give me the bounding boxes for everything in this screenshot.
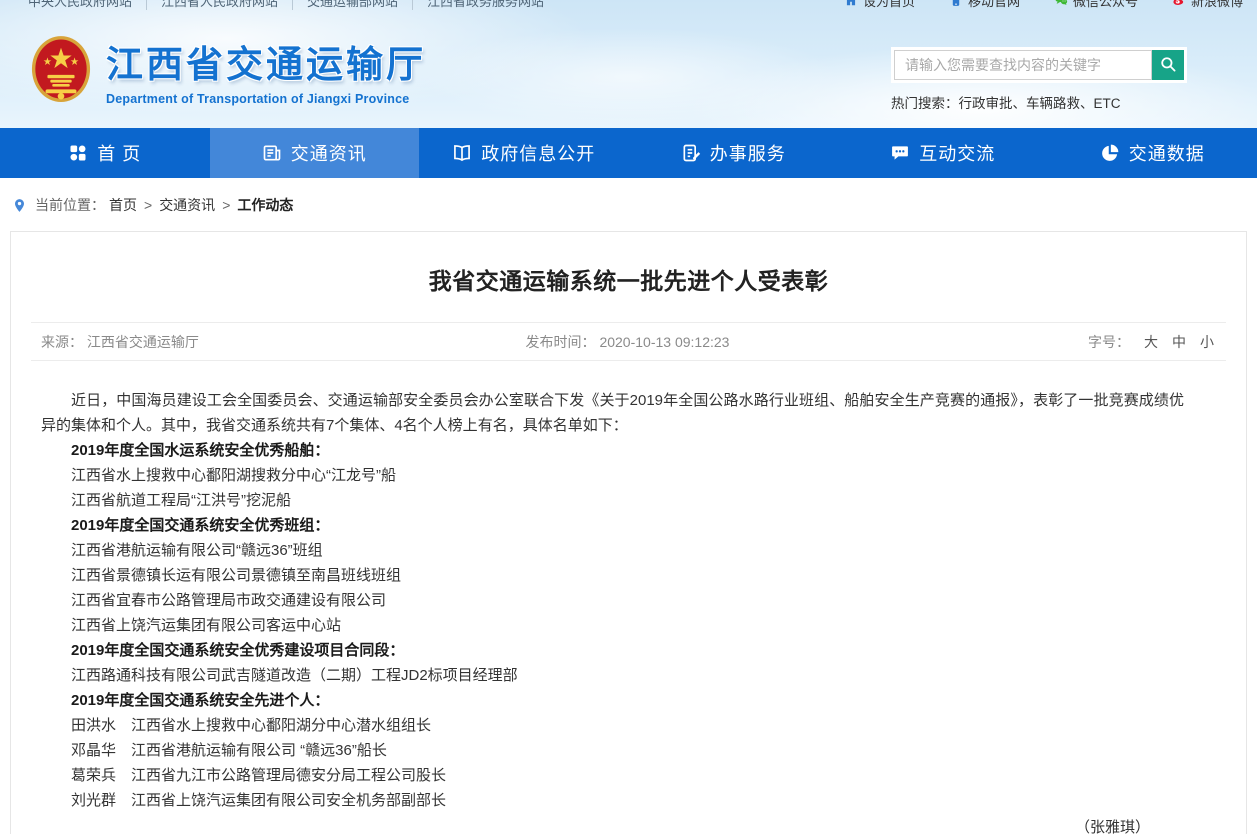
publish-time-label: 发布时间： (526, 334, 596, 350)
quick-link-label: 新浪微博 (1191, 0, 1243, 10)
fontsize-options: 大中小 (1144, 332, 1214, 352)
gov-site-link[interactable]: 交通运输部网站 (292, 0, 412, 10)
breadcrumb-item[interactable]: 工作动态 (215, 195, 293, 215)
article-paragraph: 田洪水 江西省水上搜救中心鄱阳湖分中心潜水组组长 (41, 713, 1184, 738)
article-paragraph: 2019年度全国交通系统安全优秀建设项目合同段： (41, 638, 1184, 663)
fontsize-option[interactable]: 小 (1200, 332, 1214, 352)
site-title: 江西省交通运输厅 (106, 34, 426, 88)
fontsize-option[interactable]: 大 (1144, 332, 1158, 352)
nav-item-label: 互动交流 (919, 140, 995, 166)
nav-item[interactable]: 首 页 (0, 128, 210, 178)
top-bar: 中央人民政府网站江西省人民政府网站交通运输部网站江西省政务服务网站 设为首页 移… (0, 0, 1257, 10)
nav-item-label: 首 页 (97, 140, 141, 166)
source-label: 来源： (41, 334, 83, 350)
site-header: 中央人民政府网站江西省人民政府网站交通运输部网站江西省政务服务网站 设为首页 移… (0, 0, 1257, 128)
grid-icon (68, 143, 88, 163)
article-paragraph: 邓晶华 江西省港航运输有限公司 “赣远36”船长 (41, 738, 1184, 763)
quick-link[interactable]: 新浪微博 (1172, 0, 1243, 10)
hot-search-label: 热门搜索： (891, 96, 959, 111)
article-paragraph: 江西省宜春市公路管理局市政交通建设有限公司 (41, 588, 1184, 613)
breadcrumb: 当前位置： 首页交通资讯工作动态 (0, 178, 1257, 231)
breadcrumb-items: 首页交通资讯工作动态 (109, 195, 293, 215)
article-paragraph: 江西省航道工程局“江洪号”挖泥船 (41, 488, 1184, 513)
gov-site-link[interactable]: 江西省政务服务网站 (412, 0, 558, 10)
article-paragraph: 江西省景德镇长运有限公司景德镇至南昌班线班组 (41, 563, 1184, 588)
quick-link-label: 微信公众号 (1073, 0, 1138, 10)
quick-link[interactable]: 微信公众号 (1054, 0, 1138, 10)
search-area: 热门搜索：行政审批、车辆路救、ETC (891, 47, 1187, 112)
service-icon (681, 143, 701, 163)
book-icon (452, 143, 472, 163)
nav-item[interactable]: 交通数据 (1048, 128, 1257, 178)
news-icon (262, 143, 282, 163)
weibo-icon (1172, 0, 1186, 7)
government-site-links: 中央人民政府网站江西省人民政府网站交通运输部网站江西省政务服务网站 (14, 0, 558, 10)
gov-site-link[interactable]: 江西省人民政府网站 (146, 0, 292, 10)
wechat-icon (1054, 0, 1068, 7)
article-paragraph: 2019年度全国交通系统安全优秀班组： (41, 513, 1184, 538)
publish-time-value: 2020-10-13 09:12:23 (599, 334, 729, 350)
nav-item-label: 交通资讯 (291, 140, 367, 166)
hot-search: 热门搜索：行政审批、车辆路救、ETC (891, 92, 1187, 112)
breadcrumb-label: 当前位置： (35, 195, 105, 215)
publish-time: 发布时间： 2020-10-13 09:12:23 (408, 332, 848, 352)
breadcrumb-item[interactable]: 交通资讯 (137, 195, 215, 215)
mobile-icon (949, 0, 963, 7)
nav-item-label: 交通数据 (1129, 140, 1205, 166)
hot-search-keywords[interactable]: 行政审批、车辆路救、ETC (959, 96, 1121, 111)
main-navigation: 首 页 交通资讯 政府信息公开 办事服务 互动交流 交通数据 (0, 128, 1257, 178)
article-signature: （张雅琪） (11, 813, 1246, 834)
national-emblem-logo (30, 34, 92, 106)
search-button[interactable] (1152, 50, 1184, 80)
quick-link[interactable]: 移动官网 (949, 0, 1020, 10)
article-body: 近日，中国海员建设工会全国委员会、交通运输部安全委员会办公室联合下发《关于201… (11, 361, 1246, 813)
article-paragraph: 江西省水上搜救中心鄱阳湖搜救分中心“江龙号”船 (41, 463, 1184, 488)
article-source: 来源： 江西省交通运输厅 (31, 332, 408, 352)
article-title: 我省交通运输系统一批先进个人受表彰 (11, 232, 1246, 322)
quick-links: 设为首页 移动官网 微信公众号 新浪微博 (844, 0, 1243, 10)
home-icon (844, 0, 858, 7)
article-paragraph: 江西省港航运输有限公司“赣远36”班组 (41, 538, 1184, 563)
chat-icon (890, 143, 910, 163)
site-brand: 江西省交通运输厅 Department of Transportation of… (30, 34, 426, 106)
article-paragraph: 近日，中国海员建设工会全国委员会、交通运输部安全委员会办公室联合下发《关于201… (41, 388, 1184, 438)
search-input[interactable] (894, 50, 1152, 80)
article-container: 我省交通运输系统一批先进个人受表彰 来源： 江西省交通运输厅 发布时间： 202… (10, 231, 1247, 834)
nav-item[interactable]: 交通资讯 (210, 128, 420, 178)
article-paragraph: 江西路通科技有限公司武吉隧道改造（二期）工程JD2标项目经理部 (41, 663, 1184, 688)
nav-item[interactable]: 办事服务 (629, 128, 839, 178)
fontsize-control: 字号： 大中小 (847, 332, 1226, 352)
source-value: 江西省交通运输厅 (87, 334, 199, 350)
site-title-english: Department of Transportation of Jiangxi … (106, 92, 426, 106)
nav-item[interactable]: 互动交流 (838, 128, 1048, 178)
fontsize-label: 字号： (1088, 332, 1130, 352)
article-paragraph: 2019年度全国水运系统安全优秀船舶： (41, 438, 1184, 463)
fontsize-option[interactable]: 中 (1172, 332, 1186, 352)
location-pin-icon (12, 198, 27, 213)
nav-item-label: 政府信息公开 (481, 140, 595, 166)
pie-icon (1100, 143, 1120, 163)
article-meta: 来源： 江西省交通运输厅 发布时间： 2020-10-13 09:12:23 字… (31, 322, 1226, 361)
search-icon (1159, 55, 1177, 76)
nav-item-label: 办事服务 (710, 140, 786, 166)
article-paragraph: 葛荣兵 江西省九江市公路管理局德安分局工程公司股长 (41, 763, 1184, 788)
article-paragraph: 刘光群 江西省上饶汽运集团有限公司安全机务部副部长 (41, 788, 1184, 813)
quick-link[interactable]: 设为首页 (844, 0, 915, 10)
gov-site-link[interactable]: 中央人民政府网站 (14, 0, 146, 10)
article-paragraph: 2019年度全国交通系统安全先进个人： (41, 688, 1184, 713)
article-paragraph: 江西省上饶汽运集团有限公司客运中心站 (41, 613, 1184, 638)
breadcrumb-item[interactable]: 首页 (109, 195, 137, 215)
quick-link-label: 设为首页 (863, 0, 915, 10)
nav-item[interactable]: 政府信息公开 (419, 128, 629, 178)
quick-link-label: 移动官网 (968, 0, 1020, 10)
